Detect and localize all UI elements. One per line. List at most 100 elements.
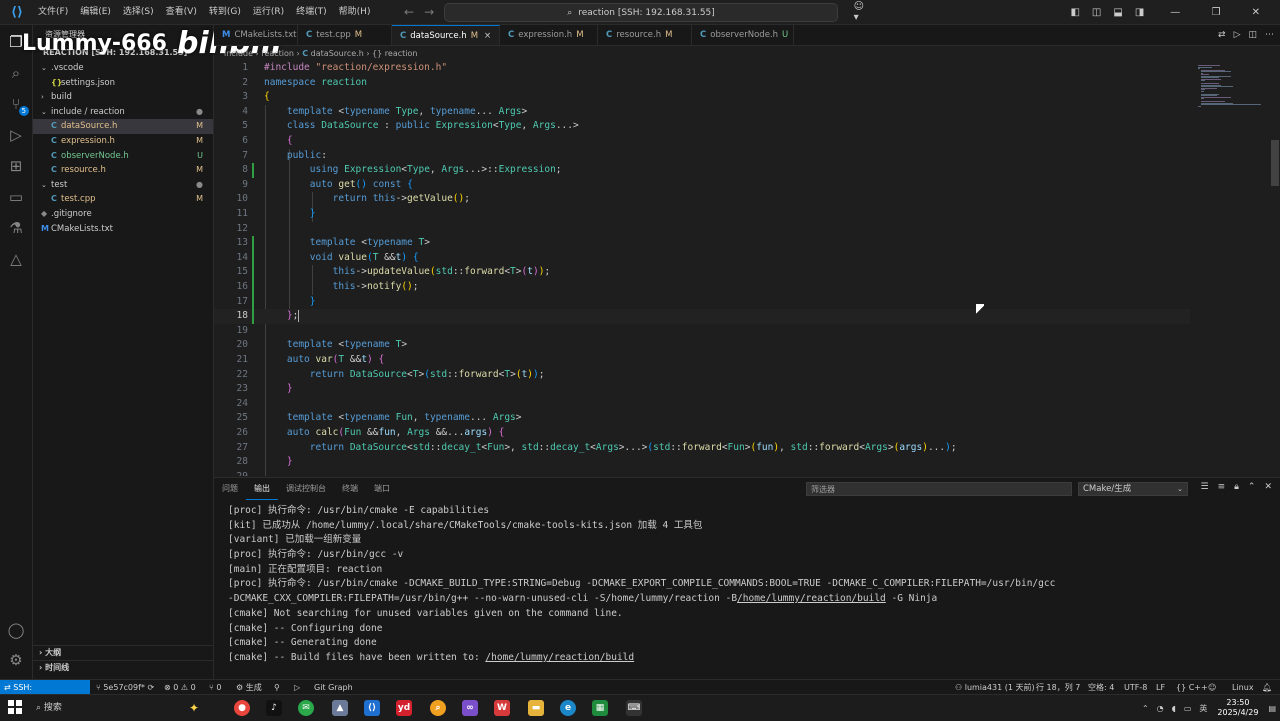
code-line[interactable]: 25 template <typename Fun, typename... A…	[214, 411, 1190, 426]
breadcrumb-folder[interactable]: include	[224, 49, 253, 58]
minimize-icon[interactable]: —	[1156, 7, 1194, 18]
tree-item[interactable]: M CMakeLists.txt	[33, 222, 213, 237]
code-line[interactable]: 18 };	[214, 309, 1190, 324]
word-wrap-icon[interactable]: ≡	[1218, 482, 1226, 492]
tree-item[interactable]: ◆ .gitignore	[33, 207, 213, 222]
terminal-app-icon[interactable]: ⌨	[626, 700, 642, 716]
vscode-taskbar-icon[interactable]: ⟨⟩	[364, 700, 380, 716]
debug-icon[interactable]: ⚲	[274, 680, 280, 695]
account-icon[interactable]: ◯	[5, 619, 27, 641]
testing-icon[interactable]: ⚗	[5, 217, 27, 239]
breadcrumb-folder2[interactable]: reaction	[261, 49, 294, 58]
volume-icon[interactable]: ◖	[1168, 704, 1180, 713]
source-control-icon[interactable]: ⑂ 5	[5, 93, 29, 116]
tree-item[interactable]: › build	[33, 90, 213, 105]
close-tab-icon[interactable]: ×	[484, 31, 491, 41]
windows-start-icon[interactable]	[8, 700, 22, 714]
battery-icon[interactable]: ▭	[1180, 704, 1196, 713]
menu-help[interactable]: 帮助(H)	[333, 0, 377, 24]
notification-center-icon[interactable]: ▤	[1264, 704, 1280, 713]
compare-icon[interactable]: ⇄	[1218, 30, 1226, 40]
code-line[interactable]: 14 void value(T &&t) {	[214, 250, 1190, 266]
tree-item[interactable]: CdataSource.h M	[33, 119, 213, 134]
ports-count[interactable]: ⑂ 0	[209, 680, 221, 695]
menu-selection[interactable]: 选择(S)	[117, 0, 160, 24]
code-line[interactable]: 16 this->notify();	[214, 280, 1190, 295]
code-line[interactable]: 10 return this->getValue();	[214, 192, 1190, 207]
panel-tab-problems[interactable]: 问题	[214, 478, 246, 500]
output-channel-select[interactable]: CMake/生成 ⌄	[1078, 482, 1188, 496]
workspace-root[interactable]: REACTION [SSH: 192.168.31.55]	[33, 45, 213, 61]
code-line[interactable]: 4 template <typename Type, typename... A…	[214, 105, 1190, 120]
code-line[interactable]: 11 }	[214, 207, 1190, 222]
code-line[interactable]: 21 auto var(T &&t) {	[214, 353, 1190, 368]
tree-item[interactable]: Cexpression.h M	[33, 134, 213, 149]
maximize-panel-icon[interactable]: ⌃	[1248, 482, 1256, 492]
code-line[interactable]: 20 template <typename T>	[214, 338, 1190, 353]
code-line[interactable]: 3{	[214, 90, 1190, 105]
editor-tab[interactable]: Ctest.cpp M	[298, 25, 392, 45]
code-editor[interactable]: 1 #include "reaction/expression.h" 2 namesp…	[214, 61, 1190, 476]
code-line[interactable]: 8 using Expression<Type, Args...>::Expre…	[214, 163, 1190, 178]
git-graph[interactable]: Git Graph	[314, 680, 353, 695]
back-arrow-icon[interactable]: ←	[404, 5, 414, 19]
cmake-build[interactable]: ⚙ 生成	[236, 680, 262, 695]
extensions-icon[interactable]: ⊞	[5, 155, 27, 177]
editor-tab[interactable]: M CMakeLists.txt	[214, 25, 298, 45]
wps-icon[interactable]: W	[494, 700, 510, 716]
tree-item[interactable]: ⌄ include / reaction ●	[33, 105, 213, 120]
editor-tab[interactable]: Cresource.h M	[598, 25, 692, 45]
toggle-panel-icon[interactable]: ⬓	[1107, 7, 1128, 18]
code-line[interactable]: 5 class DataSource : public Expression<T…	[214, 119, 1190, 134]
toggle-editor-icon[interactable]: ◫	[1086, 7, 1107, 18]
editor-tab[interactable]: CdataSource.h M ×	[392, 25, 500, 45]
editor-tab[interactable]: CobserverNode.h U	[692, 25, 794, 45]
code-line[interactable]: 13 template <typename T>	[214, 236, 1190, 251]
code-line[interactable]: 26 auto calc(Fun &&fun, Args &&...args) …	[214, 426, 1190, 441]
tree-item[interactable]: ⌄ test ●	[33, 178, 213, 193]
output-filter-input[interactable]: 筛选器	[806, 482, 1072, 496]
breadcrumb-symbol[interactable]: {} reaction	[372, 49, 417, 58]
menu-go[interactable]: 转到(G)	[203, 0, 247, 24]
menu-file[interactable]: 文件(F)	[32, 0, 74, 24]
command-center[interactable]: ⌕ reaction [SSH: 192.168.31.55]	[444, 3, 838, 22]
code-line[interactable]: 22 return DataSource<T>(std::forward<T>(…	[214, 368, 1190, 383]
remote-indicator[interactable]: ⇄ SSH: 192.168.31.55	[0, 680, 90, 707]
menu-view[interactable]: 查看(V)	[160, 0, 203, 24]
search-icon[interactable]: ⌕	[5, 62, 27, 84]
code-line[interactable]: 1 #include "reaction/expression.h"	[214, 61, 1190, 76]
tree-item[interactable]: ⌄ .vscode	[33, 61, 213, 76]
code-line[interactable]: 6 {	[214, 134, 1190, 149]
split-editor-icon[interactable]: ◫	[1248, 30, 1257, 40]
code-line[interactable]: 9 auto get() const {	[214, 178, 1190, 193]
timeline-section[interactable]: › 时间线	[33, 660, 213, 675]
tray-arrow-icon[interactable]: ⌃	[1138, 704, 1153, 713]
editor-scrollbar[interactable]	[1271, 140, 1279, 186]
code-line[interactable]: 17 }	[214, 294, 1190, 310]
output-link[interactable]: /home/lummy/reaction/build	[737, 593, 886, 604]
git-branch[interactable]: ⑂ 5e57c09f* ⟳	[96, 680, 154, 695]
search-app-icon[interactable]: ⌕	[430, 700, 446, 716]
copilot-icon[interactable]: ☺▾	[848, 1, 870, 23]
indentation[interactable]: 空格: 4	[1088, 680, 1114, 695]
folder-icon[interactable]: ▬	[528, 700, 544, 716]
explorer-icon[interactable]: ❐	[5, 31, 27, 53]
close-window-icon[interactable]: ✕	[1238, 7, 1274, 18]
taskbar-clock[interactable]: 23:50 2025/4/29	[1211, 698, 1264, 718]
app-icon[interactable]: ▲	[332, 700, 348, 716]
breadcrumb-file[interactable]: dataSource.h	[311, 49, 364, 58]
clear-output-icon[interactable]: ☰	[1200, 482, 1208, 492]
forward-arrow-icon[interactable]: →	[424, 5, 434, 19]
youdao-icon[interactable]: yd	[396, 700, 412, 716]
outline-section[interactable]: › 大纲	[33, 645, 213, 660]
run-icon[interactable]: ▷	[294, 680, 300, 695]
language-mode[interactable]: {} C++	[1176, 680, 1208, 695]
visual-studio-icon[interactable]: ∞	[462, 700, 478, 716]
excel-like-icon[interactable]: ▦	[592, 700, 608, 716]
cmake-icon[interactable]: △	[5, 248, 27, 270]
sparkle-icon[interactable]: ✦	[186, 700, 202, 716]
tree-item[interactable]: Cresource.h M	[33, 163, 213, 178]
settings-gear-icon[interactable]: ⚙	[5, 649, 27, 671]
panel-tab-output[interactable]: 输出	[246, 478, 278, 500]
toggle-secondary-sidebar-icon[interactable]: ◨	[1129, 7, 1150, 18]
